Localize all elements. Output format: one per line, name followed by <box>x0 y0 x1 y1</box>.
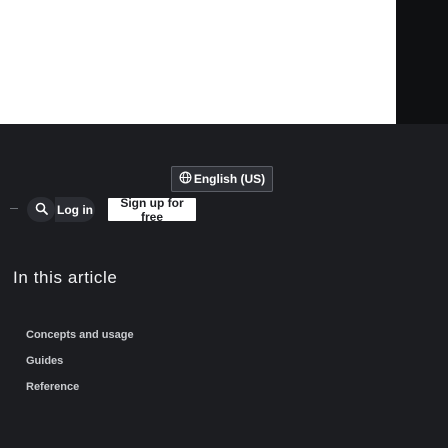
signup-button[interactable]: Sign up for free <box>108 196 196 224</box>
toc-link-guides[interactable]: Guides <box>26 355 63 367</box>
language-label: English (US) <box>193 172 266 186</box>
login-button[interactable]: Log in <box>55 197 95 222</box>
globe-icon <box>179 171 192 187</box>
article-toc-title: In this article <box>13 268 118 287</box>
toc-link-concepts-and-usage[interactable]: Concepts and usage <box>26 329 134 341</box>
search-button[interactable] <box>27 197 55 222</box>
language-selector-button[interactable]: English (US) <box>171 166 273 192</box>
toc-link-reference[interactable]: Reference <box>26 381 79 393</box>
menu-collapsed-icon[interactable] <box>10 208 18 209</box>
search-icon <box>35 202 48 218</box>
